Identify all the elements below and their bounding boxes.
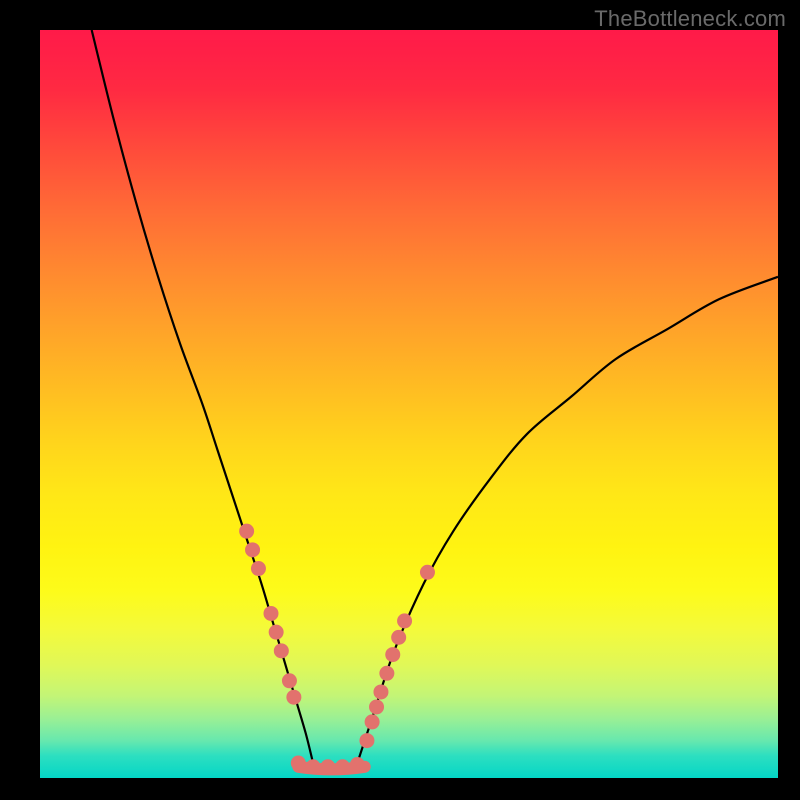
data-marker bbox=[350, 757, 365, 772]
data-marker bbox=[245, 542, 260, 557]
data-marker bbox=[251, 561, 266, 576]
data-marker bbox=[369, 699, 384, 714]
data-marker bbox=[335, 759, 350, 774]
data-marker bbox=[420, 565, 435, 580]
data-marker bbox=[359, 733, 374, 748]
data-marker bbox=[373, 684, 388, 699]
data-marker bbox=[291, 756, 306, 771]
data-marker bbox=[385, 647, 400, 662]
chart-svg bbox=[40, 30, 778, 778]
data-marker bbox=[282, 673, 297, 688]
data-marker bbox=[286, 690, 301, 705]
data-marker bbox=[306, 759, 321, 774]
plot-area bbox=[40, 30, 778, 778]
watermark-text: TheBottleneck.com bbox=[594, 6, 786, 32]
data-marker bbox=[269, 625, 284, 640]
chart-stage: TheBottleneck.com bbox=[0, 0, 800, 800]
right-curve bbox=[357, 277, 778, 763]
data-marker bbox=[379, 666, 394, 681]
data-marker bbox=[274, 643, 289, 658]
data-marker bbox=[320, 759, 335, 774]
data-marker bbox=[263, 606, 278, 621]
data-marker bbox=[239, 524, 254, 539]
data-marker bbox=[365, 714, 380, 729]
data-marker bbox=[391, 630, 406, 645]
data-markers bbox=[239, 524, 435, 775]
data-marker bbox=[397, 613, 412, 628]
